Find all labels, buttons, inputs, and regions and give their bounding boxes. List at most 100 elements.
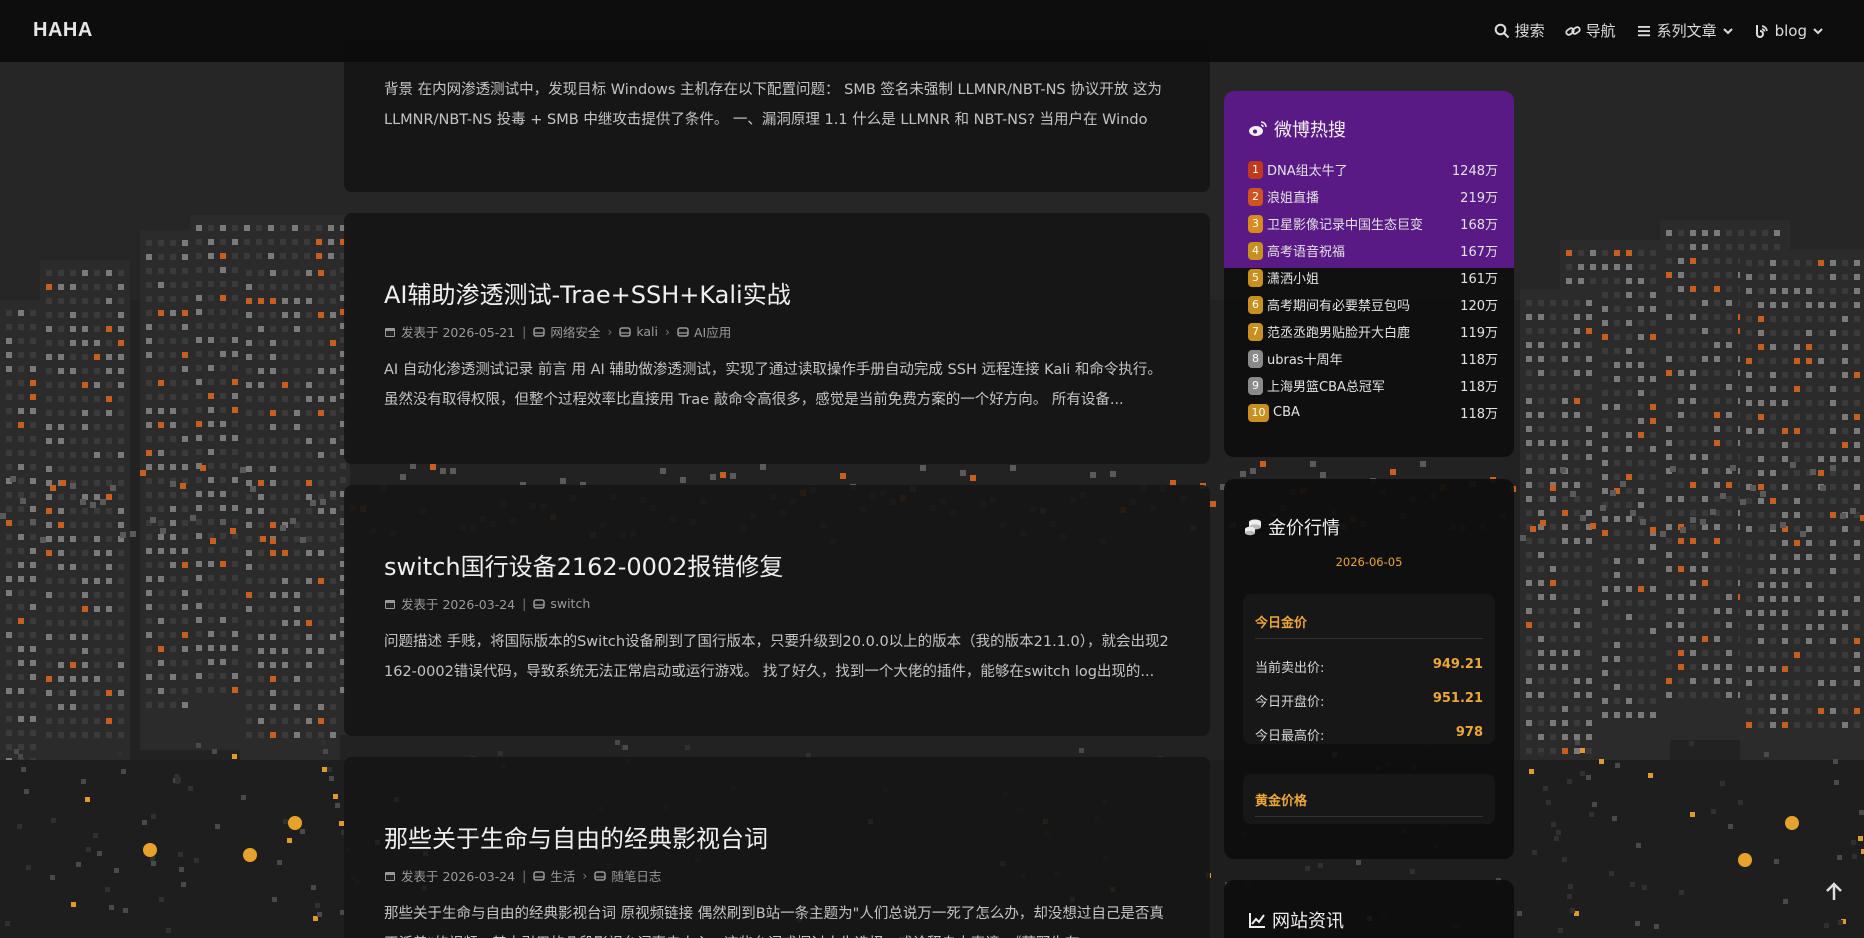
hot-search-item[interactable]: 10 CBA 118万: [1248, 399, 1498, 426]
hot-search-heat: 118万: [1460, 407, 1498, 422]
hot-search-text: ubras十周年: [1267, 353, 1343, 368]
hot-search-text: 高考语音祝福: [1267, 245, 1346, 260]
post-excerpt: 那些关于生命与自由的经典影视台词 原视频链接 偶然刷到B站一条主题为"人们总说万…: [384, 906, 1164, 938]
post-card[interactable]: switch国行设备2162-0002报错修复 发表于 2026-03-24 |…: [344, 485, 1210, 736]
nav-series[interactable]: 系列文章: [1636, 20, 1734, 41]
hot-rank-badge: 3: [1248, 214, 1263, 233]
inbox-icon: [533, 870, 546, 881]
hot-search-text: 上海男篮CBA总冠军: [1267, 380, 1385, 395]
hot-search-item[interactable]: 5 潇洒小姐 161万: [1248, 264, 1498, 291]
post-category[interactable]: AI应用: [694, 322, 731, 341]
post-date: 发表于 2026-03-24: [401, 597, 516, 612]
hot-rank-badge: 8: [1248, 349, 1263, 368]
post-category[interactable]: switch: [550, 596, 590, 611]
nav-guide-label: 导航: [1585, 22, 1616, 40]
hot-search-text: 卫星影像记录中国生态巨变: [1267, 218, 1424, 233]
post-category[interactable]: 随笔日志: [611, 866, 661, 885]
post-title[interactable]: 那些关于生命与自由的经典影视台词: [384, 819, 1170, 854]
weibo-title-text: 微博热搜: [1274, 120, 1346, 141]
site-info-title: 网站资讯: [1248, 907, 1344, 933]
hot-search-item[interactable]: 4 高考语音祝福 167万: [1248, 237, 1498, 264]
post-title[interactable]: switch国行设备2162-0002报错修复: [384, 547, 1170, 582]
hot-search-heat: 120万: [1460, 299, 1498, 314]
nav-search[interactable]: 搜索: [1494, 20, 1545, 41]
hot-rank-badge: 6: [1248, 295, 1263, 314]
hot-search-item[interactable]: 8 ubras十周年 118万: [1248, 345, 1498, 372]
hot-search-heat: 118万: [1460, 380, 1498, 395]
nav-blog-label: blog: [1774, 21, 1807, 40]
post-excerpt: 问题描述 手贱，将国际版本的Switch设备刷到了国行版本，只要升级到20.0.…: [384, 634, 1169, 680]
nav-series-label: 系列文章: [1656, 22, 1717, 40]
post-meta: 发表于 2026-05-21 | 网络安全 › kali › AI应用: [384, 322, 1170, 341]
chevron-down-icon: [1813, 27, 1823, 34]
hot-search-text: 范丞丞跑男贴脸开大白鹿: [1267, 326, 1411, 341]
list-icon: [1637, 25, 1650, 36]
hot-search-heat: 167万: [1460, 245, 1498, 260]
hot-rank-badge: 1: [1248, 160, 1263, 179]
calendar-icon: [385, 871, 395, 881]
hot-search-heat: 161万: [1460, 272, 1498, 287]
hot-search-heat: 168万: [1460, 218, 1498, 233]
arrow-up-icon[interactable]: [1823, 881, 1845, 903]
site-brand[interactable]: HAHA: [33, 19, 93, 42]
post-title[interactable]: AI辅助渗透测试-Trae+SSH+Kali实战: [384, 275, 1170, 310]
hot-rank-badge: 5: [1248, 268, 1263, 287]
post-card[interactable]: AI辅助渗透测试-Trae+SSH+Kali实战 发表于 2026-05-21 …: [344, 213, 1210, 464]
gold-row: 当前卖出价: 949.21: [1255, 657, 1483, 676]
site-info-widget: 网站资讯: [1224, 880, 1514, 938]
gold-price-box: 黄金价格: [1243, 774, 1495, 824]
hot-search-item[interactable]: 2 浪姐直播 219万: [1248, 183, 1498, 210]
gold-row: 今日开盘价: 951.21: [1255, 691, 1483, 710]
inbox-icon: [677, 326, 689, 337]
hot-search-heat: 118万: [1460, 353, 1498, 368]
hot-search-heat: 1248万: [1451, 164, 1498, 179]
coins-icon: [1245, 519, 1261, 536]
hot-search-item[interactable]: 6 高考期间有必要禁豆包吗 120万: [1248, 291, 1498, 318]
post-category[interactable]: 网络安全: [550, 322, 600, 341]
hot-search-text: 潇洒小姐: [1267, 272, 1320, 287]
nav-blog[interactable]: blog: [1754, 22, 1824, 40]
hot-rank-badge: 4: [1248, 241, 1263, 260]
hot-search-item[interactable]: 1 DNA组太牛了 1248万: [1248, 156, 1498, 183]
weibo-title: 微博热搜: [1248, 116, 1346, 142]
hot-search-heat: 219万: [1460, 191, 1498, 206]
post-date: 发表于 2026-03-24: [401, 869, 516, 884]
line-chart-icon: [1249, 913, 1265, 928]
gold-row: 今日最高价: 978: [1255, 725, 1483, 744]
post-card[interactable]: 背景 在内网渗透测试中，发现目标 Windows 主机存在以下配置问题： SMB…: [344, 40, 1210, 192]
site-info-title-text: 网站资讯: [1272, 911, 1344, 932]
inbox-icon: [619, 326, 632, 337]
nav-guide[interactable]: 导航: [1564, 20, 1616, 41]
hot-rank-badge: 9: [1248, 376, 1263, 395]
post-meta: 发表于 2026-03-24 | switch: [384, 594, 1170, 613]
hot-search-text: CBA: [1273, 405, 1300, 420]
weibo-hot-list: 1 DNA组太牛了 1248万 2 浪姐直播 219万 3 卫星影像记录中国生态巨变 168万 4…: [1248, 156, 1498, 426]
post-category[interactable]: kali: [636, 324, 658, 339]
gold-price-widget: 金价行情 2026-06-05 今日金价 当前卖出价: 949.21 今日开盘价…: [1224, 479, 1514, 859]
hot-search-text: DNA组太牛了: [1267, 164, 1348, 179]
post-excerpt: AI 自动化渗透测试记录 前言 用 AI 辅助做渗透测试，实现了通过读取操作手册…: [384, 362, 1162, 408]
hot-rank-badge: 10: [1248, 403, 1269, 422]
gold-title-text: 金价行情: [1268, 518, 1340, 539]
hot-rank-badge: 7: [1248, 322, 1263, 341]
post-card[interactable]: 那些关于生命与自由的经典影视台词 发表于 2026-03-24 | 生活 › 随…: [344, 757, 1210, 938]
gold-title: 金价行情: [1244, 514, 1340, 540]
top-navbar: HAHA 搜索 导航 系列文章 blog: [0, 0, 1864, 62]
gold-date: 2026-06-05: [1335, 555, 1403, 569]
post-excerpt: 背景 在内网渗透测试中，发现目标 Windows 主机存在以下配置问题： SMB…: [384, 82, 1162, 128]
hot-search-item[interactable]: 9 上海男篮CBA总冠军 118万: [1248, 372, 1498, 399]
hot-search-item[interactable]: 3 卫星影像记录中国生态巨变 168万: [1248, 210, 1498, 237]
calendar-icon: [385, 599, 395, 609]
inbox-icon: [594, 870, 607, 881]
weibo-hot-widget: 微博热搜 1 DNA组太牛了 1248万 2 浪姐直播 219万 3 卫星影像记录中国生态巨变…: [1224, 91, 1514, 457]
post-date: 发表于 2026-05-21: [401, 325, 516, 340]
calendar-icon: [385, 327, 395, 337]
hot-search-item[interactable]: 7 范丞丞跑男贴脸开大白鹿 119万: [1248, 318, 1498, 345]
post-category[interactable]: 生活: [550, 866, 575, 885]
hot-search-text: 高考期间有必要禁豆包吗: [1267, 299, 1411, 314]
link-icon: [1564, 25, 1581, 36]
search-icon: [1494, 23, 1509, 38]
inbox-icon: [533, 326, 546, 337]
gold-price-label: 黄金价格: [1255, 794, 1308, 809]
hot-search-heat: 119万: [1460, 326, 1498, 341]
